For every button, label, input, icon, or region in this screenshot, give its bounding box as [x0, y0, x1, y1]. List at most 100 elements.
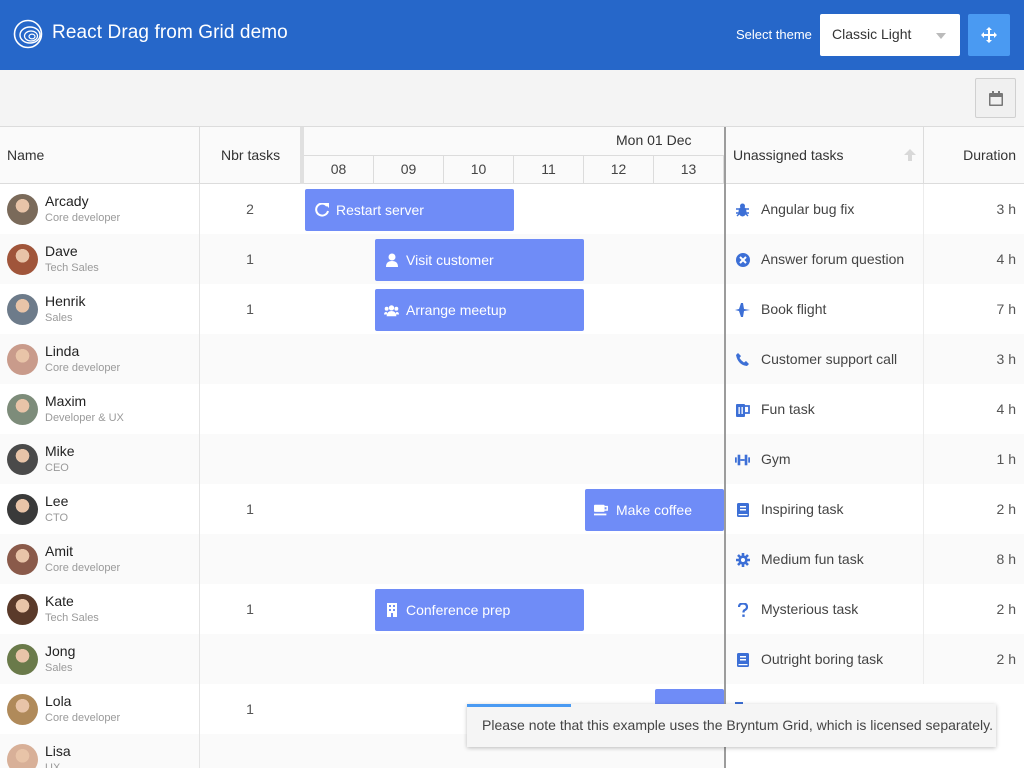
toast-message: Please note that this example uses the B… [482, 717, 993, 733]
cell-divider [923, 534, 924, 584]
unassigned-task-row[interactable]: Inspiring task 2 h [726, 484, 1024, 534]
column-header-label: Name [7, 147, 45, 163]
drag-mode-button[interactable] [968, 14, 1010, 56]
refresh-icon [314, 203, 329, 218]
task-count [200, 434, 300, 484]
column-header-duration[interactable]: Duration [923, 127, 1024, 184]
theme-select[interactable]: Classic Light [820, 14, 960, 56]
column-header-label: Duration [963, 147, 1016, 163]
task-duration: 3 h [996, 201, 1016, 217]
task-duration: 2 h [996, 601, 1016, 617]
avatar [7, 344, 38, 375]
cell-divider [923, 584, 924, 634]
calendar-button[interactable] [975, 78, 1016, 118]
unassigned-task-row[interactable]: Outright boring task 2 h [726, 634, 1024, 684]
event-name: Restart server [336, 202, 424, 218]
resource-name: Arcady [45, 193, 89, 209]
task-duration: 8 h [996, 551, 1016, 567]
timeaxis-hour-cell: 12 [584, 156, 654, 184]
cell-divider [923, 334, 924, 384]
resource-cell: Maxim Developer & UX [0, 384, 200, 434]
task-duration: 4 h [996, 401, 1016, 417]
unassigned-task-row[interactable]: Customer support call 3 h [726, 334, 1024, 384]
event-bar[interactable]: Restart server [305, 189, 514, 231]
unassigned-task-row[interactable]: Fun task 4 h [726, 384, 1024, 434]
task-name: Gym [761, 451, 791, 467]
book-icon [735, 502, 750, 517]
bryntum-logo-icon [13, 19, 43, 49]
timeaxis-header: Mon 01 Dec 08 09 10 11 12 13 [304, 127, 725, 184]
resource-name: Dave [45, 243, 78, 259]
timeaxis-hour-cell: 13 [654, 156, 724, 184]
unassigned-task-row[interactable]: Mysterious task 2 h [726, 584, 1024, 634]
avatar [7, 494, 38, 525]
cell-divider [923, 184, 924, 234]
task-count: 1 [246, 251, 254, 267]
avatar [7, 694, 38, 725]
cell-divider [923, 384, 924, 434]
task-duration: 3 h [996, 351, 1016, 367]
event-name: Arrange meetup [406, 302, 507, 318]
resource-cell: Kate Tech Sales [0, 584, 200, 634]
event-name: Visit customer [406, 252, 494, 268]
cell-divider [923, 234, 924, 284]
avatar [7, 594, 38, 625]
resource-cell: Arcady Core developer [0, 184, 200, 234]
building-icon [384, 603, 399, 618]
toast-progress-bar [467, 704, 571, 707]
unassigned-task-row[interactable]: Answer forum question 4 h [726, 234, 1024, 284]
column-header-label: Unassigned tasks [733, 147, 844, 163]
column-header-name[interactable]: Name [0, 127, 200, 184]
resource-name: Kate [45, 593, 74, 609]
task-count [200, 334, 300, 384]
resource-role: Tech Sales [45, 612, 99, 624]
resource-cell: Jong Sales [0, 634, 200, 684]
unassigned-task-row[interactable]: Angular bug fix 3 h [726, 184, 1024, 234]
theme-label: Select theme [736, 27, 812, 42]
toolbar [0, 70, 1024, 127]
grid-line [654, 184, 655, 768]
event-bar[interactable]: Conference prep [375, 589, 584, 631]
avatar [7, 644, 38, 675]
task-name: Angular bug fix [761, 201, 855, 217]
resource-cell: Dave Tech Sales [0, 234, 200, 284]
resource-name: Lisa [45, 743, 71, 759]
user-icon [384, 253, 399, 268]
avatar [7, 294, 38, 325]
event-bar[interactable]: Make coffee [585, 489, 724, 531]
license-toast[interactable]: Please note that this example uses the B… [467, 704, 996, 747]
event-name: Conference prep [406, 602, 511, 618]
resource-cell: Linda Core developer [0, 334, 200, 384]
resource-name: Lee [45, 493, 69, 509]
task-count: 1 [246, 501, 254, 517]
beer-icon [735, 402, 750, 417]
timeaxis-hour-cell: 10 [444, 156, 514, 184]
resource-name: Amit [45, 543, 73, 559]
resource-cell: Lola Core developer [0, 684, 200, 734]
coffee-icon [594, 503, 609, 518]
resource-role: Sales [45, 312, 73, 324]
unassigned-task-row[interactable]: Gym 1 h [726, 434, 1024, 484]
event-bar[interactable]: Arrange meetup [375, 289, 584, 331]
task-name: Answer forum question [761, 251, 905, 267]
unassigned-task-row[interactable]: Medium fun task 8 h [726, 534, 1024, 584]
resource-role: UX [45, 762, 61, 768]
resource-role: CEO [45, 462, 69, 474]
unassigned-task-row[interactable]: Book flight 7 h [726, 284, 1024, 334]
column-header-unassigned[interactable]: Unassigned tasks [726, 127, 923, 184]
column-header-label: Nbr tasks [221, 147, 281, 163]
column-header-task-count[interactable]: Nbr tasks [200, 127, 300, 184]
resource-role: Core developer [45, 212, 121, 224]
resource-role: Developer & UX [45, 412, 124, 424]
avatar [7, 394, 38, 425]
event-name: Make coffee [616, 502, 693, 518]
resource-cell: Amit Core developer [0, 534, 200, 584]
resource-cell: Henrik Sales [0, 284, 200, 334]
resource-role: Core developer [45, 562, 121, 574]
event-bar[interactable]: Visit customer [375, 239, 584, 281]
task-count [200, 534, 300, 584]
avatar [7, 744, 38, 768]
resource-role: Core developer [45, 712, 121, 724]
resource-name: Maxim [45, 393, 87, 409]
arrow-up-icon[interactable] [904, 149, 916, 161]
